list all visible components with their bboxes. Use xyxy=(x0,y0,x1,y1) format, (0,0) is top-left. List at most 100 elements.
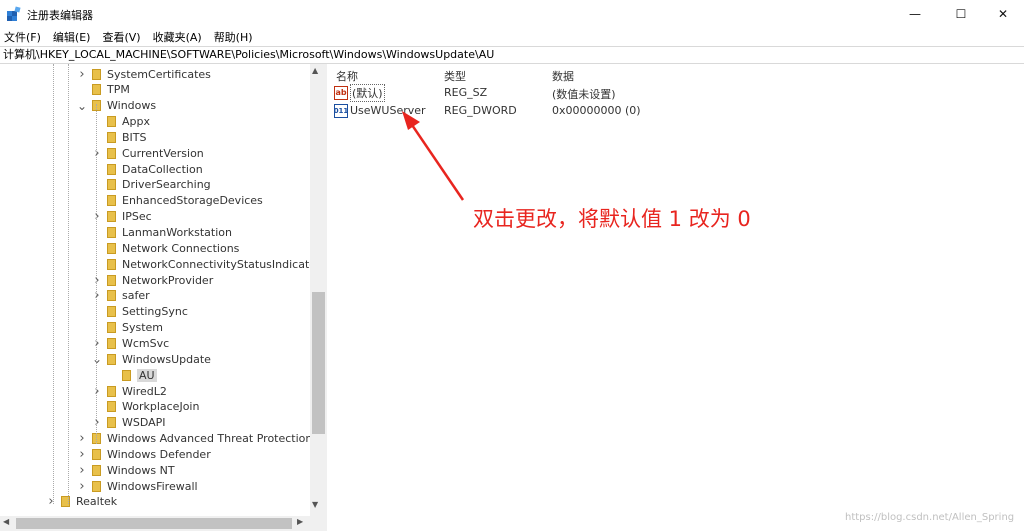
value-data: 0x00000000 (0) xyxy=(552,104,641,117)
minimize-button[interactable]: — xyxy=(892,0,938,28)
tree-item-label: NetworkProvider xyxy=(122,273,214,287)
scroll-right-icon[interactable]: ▶ xyxy=(297,517,303,526)
registry-editor-icon xyxy=(7,6,21,21)
menu-file[interactable]: 文件(F) xyxy=(4,29,41,45)
folder-icon xyxy=(107,116,116,128)
tree-item[interactable]: › SystemCertificates xyxy=(76,66,211,82)
tree-item[interactable]: SettingSync xyxy=(91,304,188,320)
tree-item[interactable]: › IPSec xyxy=(91,209,152,225)
tree-item[interactable]: ⌄ WindowsUpdate xyxy=(91,351,211,367)
chevron-right-icon[interactable]: › xyxy=(91,288,103,303)
tree-item[interactable]: Network Connections xyxy=(91,240,239,256)
tree-item[interactable]: Appx xyxy=(91,114,150,130)
address-bar[interactable]: 计算机\HKEY_LOCAL_MACHINE\SOFTWARE\Policies… xyxy=(0,46,1024,64)
chevron-right-icon[interactable]: › xyxy=(91,273,103,288)
chevron-right-icon[interactable]: › xyxy=(76,431,88,446)
chevron-right-icon[interactable]: › xyxy=(91,336,103,351)
tree-guide-line xyxy=(53,64,54,504)
tree-item[interactable]: DataCollection xyxy=(91,161,203,177)
tree-item[interactable]: EnhancedStorageDevices xyxy=(91,193,263,209)
chevron-right-icon[interactable]: › xyxy=(91,384,103,399)
tree-item-label: WSDAPI xyxy=(122,416,166,430)
tree-item[interactable]: › WSDAPI xyxy=(91,415,166,431)
scroll-up-icon[interactable]: ▲ xyxy=(312,66,318,75)
tree-item-label: DataCollection xyxy=(122,162,203,176)
tree-item-label: SystemCertificates xyxy=(107,67,211,81)
tree-item[interactable]: DriverSearching xyxy=(91,177,211,193)
tree-vertical-scroll-thumb[interactable] xyxy=(312,292,325,434)
tree-item-label: AU xyxy=(137,368,157,382)
folder-icon xyxy=(92,84,101,96)
tree-item[interactable]: BITS xyxy=(91,129,147,145)
tree-item[interactable]: AU xyxy=(106,367,157,383)
tree-item[interactable]: › WindowsFirewall xyxy=(76,478,197,494)
value-row-usewuserver[interactable]: 011 UseWUServer xyxy=(334,102,426,119)
chevron-right-icon[interactable]: › xyxy=(76,67,88,82)
chevron-right-icon[interactable]: › xyxy=(76,447,88,462)
maximize-icon: ☐ xyxy=(955,7,967,21)
tree-item[interactable]: LanmanWorkstation xyxy=(91,225,232,241)
scroll-down-icon[interactable]: ▼ xyxy=(312,500,318,509)
column-header-name[interactable]: 名称 xyxy=(336,68,358,84)
chevron-right-icon[interactable]: › xyxy=(91,415,103,430)
scroll-left-icon[interactable]: ◀ xyxy=(3,517,9,526)
tree-item[interactable]: › Windows Advanced Threat Protection xyxy=(76,431,312,447)
tree-item-label: WiredL2 xyxy=(122,384,167,398)
column-header-data[interactable]: 数据 xyxy=(552,68,574,84)
tree-item[interactable]: › Windows NT xyxy=(76,462,174,478)
tree-item[interactable]: › Realtek xyxy=(45,494,117,510)
tree-horizontal-scroll-thumb[interactable] xyxy=(16,518,292,529)
value-row-default[interactable]: ab (默认) xyxy=(334,83,385,102)
tree-item[interactable]: › Windows Defender xyxy=(76,446,210,462)
tree-item[interactable]: › safer xyxy=(91,288,149,304)
tree-item[interactable]: › NetworkProvider xyxy=(91,272,213,288)
folder-icon xyxy=(122,369,131,381)
watermark: https://blog.csdn.net/Allen_Spring xyxy=(845,512,1015,523)
reg-sz-icon: ab xyxy=(334,85,348,100)
tree-item[interactable]: WorkplaceJoin xyxy=(91,399,199,415)
chevron-right-icon[interactable]: › xyxy=(91,146,103,161)
menu-favorites[interactable]: 收藏夹(A) xyxy=(153,29,202,45)
tree-item-label: LanmanWorkstation xyxy=(122,226,232,239)
folder-icon xyxy=(92,464,101,476)
tree-item-label: WcmSvc xyxy=(122,336,170,350)
chevron-down-icon[interactable]: ⌄ xyxy=(76,99,88,113)
tree-vertical-scrollbar[interactable] xyxy=(310,64,327,516)
folder-icon xyxy=(107,401,116,413)
value-name: UseWUServer xyxy=(350,104,426,117)
tree-item-label: IPSec xyxy=(122,210,152,224)
tree-item-label: NetworkConnectivityStatusIndicator xyxy=(122,257,321,271)
chevron-right-icon[interactable]: › xyxy=(91,209,103,224)
chevron-right-icon[interactable]: › xyxy=(45,494,57,509)
chevron-right-icon[interactable]: › xyxy=(76,463,88,478)
column-header-type[interactable]: 类型 xyxy=(444,68,466,84)
tree-item[interactable]: TPM xyxy=(76,82,130,98)
menu-edit[interactable]: 编辑(E) xyxy=(53,29,91,45)
tree-item-label: SettingSync xyxy=(122,305,188,319)
folder-icon xyxy=(107,131,116,143)
title-bar: 注册表编辑器 — ☐ ✕ xyxy=(0,0,1024,28)
folder-icon xyxy=(92,68,101,80)
chevron-down-icon[interactable]: ⌄ xyxy=(91,352,103,366)
maximize-button[interactable]: ☐ xyxy=(938,0,984,28)
folder-icon xyxy=(107,417,116,429)
menu-view[interactable]: 查看(V) xyxy=(102,29,140,45)
tree-item[interactable]: ⌄ Windows xyxy=(76,98,156,114)
folder-icon xyxy=(107,195,116,207)
minimize-icon: — xyxy=(909,7,921,21)
tree-item[interactable]: NetworkConnectivityStatusIndicator xyxy=(91,256,321,272)
tree-item[interactable]: › WiredL2 xyxy=(91,383,167,399)
tree-item[interactable]: › WcmSvc xyxy=(91,335,169,351)
tree-item-label: Network Connections xyxy=(122,241,240,255)
tree-item[interactable]: › CurrentVersion xyxy=(91,145,203,161)
annotation-text: 双击更改，将默认值 1 改为 0 xyxy=(473,207,751,231)
chevron-right-icon[interactable]: › xyxy=(76,479,88,494)
tree-item[interactable]: System xyxy=(91,320,163,336)
tree-item-label: BITS xyxy=(122,130,147,144)
close-button[interactable]: ✕ xyxy=(980,0,1024,28)
folder-icon xyxy=(92,448,101,460)
values-pane: 名称 类型 数据 ab (默认) REG_SZ (数值未设置) 011 UseW… xyxy=(328,64,1024,531)
menu-help[interactable]: 帮助(H) xyxy=(214,29,253,45)
close-icon: ✕ xyxy=(997,7,1009,21)
tree-item-label: TPM xyxy=(107,83,130,97)
